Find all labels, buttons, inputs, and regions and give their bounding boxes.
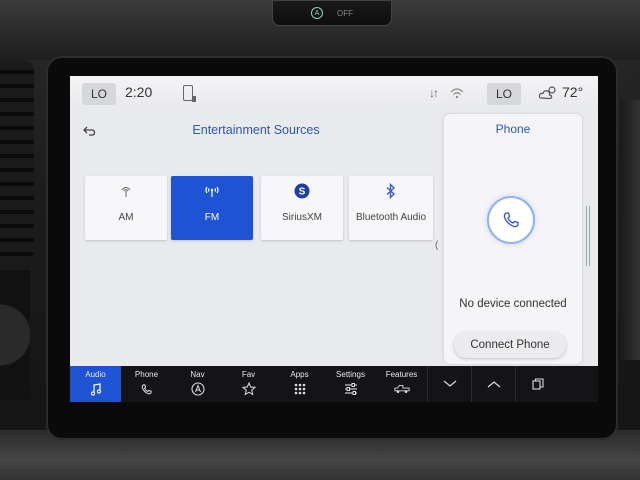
auto-start-stop-icon: A	[311, 7, 323, 19]
nav-audio[interactable]: Audio	[70, 366, 121, 402]
data-transfer-icon: ↓↑	[429, 86, 439, 100]
nav-settings-label: Settings	[336, 370, 365, 379]
source-bluetooth-audio-tile[interactable]: Bluetooth Audio	[349, 176, 433, 240]
music-note-icon	[88, 382, 104, 396]
nav-favorites[interactable]: Fav	[223, 366, 274, 402]
passenger-temperature-button[interactable]: LO	[487, 83, 521, 105]
nav-navigation[interactable]: Nav	[172, 366, 223, 402]
source-am-label: AM	[118, 212, 134, 223]
bottom-nav-bar: Audio Phone Nav Fav Apps Settings Featur…	[70, 366, 598, 402]
nav-favorites-label: Fav	[241, 370, 256, 379]
outside-temperature: 72°	[562, 84, 584, 100]
star-icon	[241, 382, 257, 396]
nav-phone-label: Phone	[134, 370, 159, 379]
nav-features[interactable]: Features	[376, 366, 427, 402]
truck-icon	[393, 382, 410, 396]
source-am-tile[interactable]: AM	[85, 176, 167, 240]
weather-cloud-icon	[538, 86, 556, 100]
phone-status-icon	[183, 85, 196, 102]
source-bluetooth-audio-label: Bluetooth Audio	[355, 212, 427, 223]
nav-features-label: Features	[385, 370, 418, 379]
driver-temperature-button[interactable]: LO	[82, 83, 116, 105]
right-trim	[620, 100, 640, 360]
sliders-icon	[343, 382, 359, 396]
phone-panel-title: Phone	[495, 122, 531, 136]
phone-panel: Phone No device connected Connect Phone	[444, 114, 582, 364]
source-fm-tile[interactable]: FM	[171, 176, 253, 240]
nav-apps-label: Apps	[290, 370, 309, 379]
screens-icon[interactable]	[515, 366, 559, 402]
hazard-switch-panel[interactable]: A OFF	[272, 0, 392, 26]
source-fm-label: FM	[204, 212, 220, 223]
chevron-up-icon[interactable]	[471, 366, 515, 402]
navigation-icon	[190, 382, 206, 396]
infotainment-screen: LO 2:20 ↓↑ LO 72° Entertainment Sources	[70, 76, 598, 402]
nav-audio-label: Audio	[85, 370, 106, 379]
left-dial	[0, 270, 30, 400]
top-switch-label: OFF	[337, 8, 353, 18]
svg-text:S: S	[299, 187, 306, 198]
phone-status-text: No device connected	[459, 298, 567, 310]
clock: 2:20	[125, 84, 153, 100]
source-siriusxm-label: SiriusXM	[281, 212, 322, 223]
entertainment-sources-title: Entertainment Sources	[192, 123, 320, 137]
status-bar: LO 2:20 ↓↑ LO 72°	[70, 76, 598, 110]
apps-grid-icon	[292, 382, 308, 396]
radio-antenna-icon	[115, 182, 137, 200]
radio-broadcast-icon	[201, 182, 223, 200]
phone-icon	[139, 382, 155, 396]
connect-phone-button[interactable]: Connect Phone	[454, 332, 566, 358]
nav-navigation-label: Nav	[190, 370, 205, 379]
chevron-down-icon[interactable]	[427, 366, 471, 402]
source-siriusxm-tile[interactable]: S SiriusXM	[261, 176, 343, 240]
phone-icon[interactable]	[487, 196, 535, 244]
scroll-indicator: (	[435, 240, 439, 251]
siriusxm-icon: S	[291, 182, 313, 200]
left-air-vent	[0, 60, 34, 260]
nav-settings[interactable]: Settings	[325, 366, 376, 402]
panel-scrollbar[interactable]	[586, 206, 590, 266]
nav-apps[interactable]: Apps	[274, 366, 325, 402]
bluetooth-icon	[380, 182, 402, 200]
nav-phone[interactable]: Phone	[121, 366, 172, 402]
wifi-icon	[450, 88, 464, 99]
